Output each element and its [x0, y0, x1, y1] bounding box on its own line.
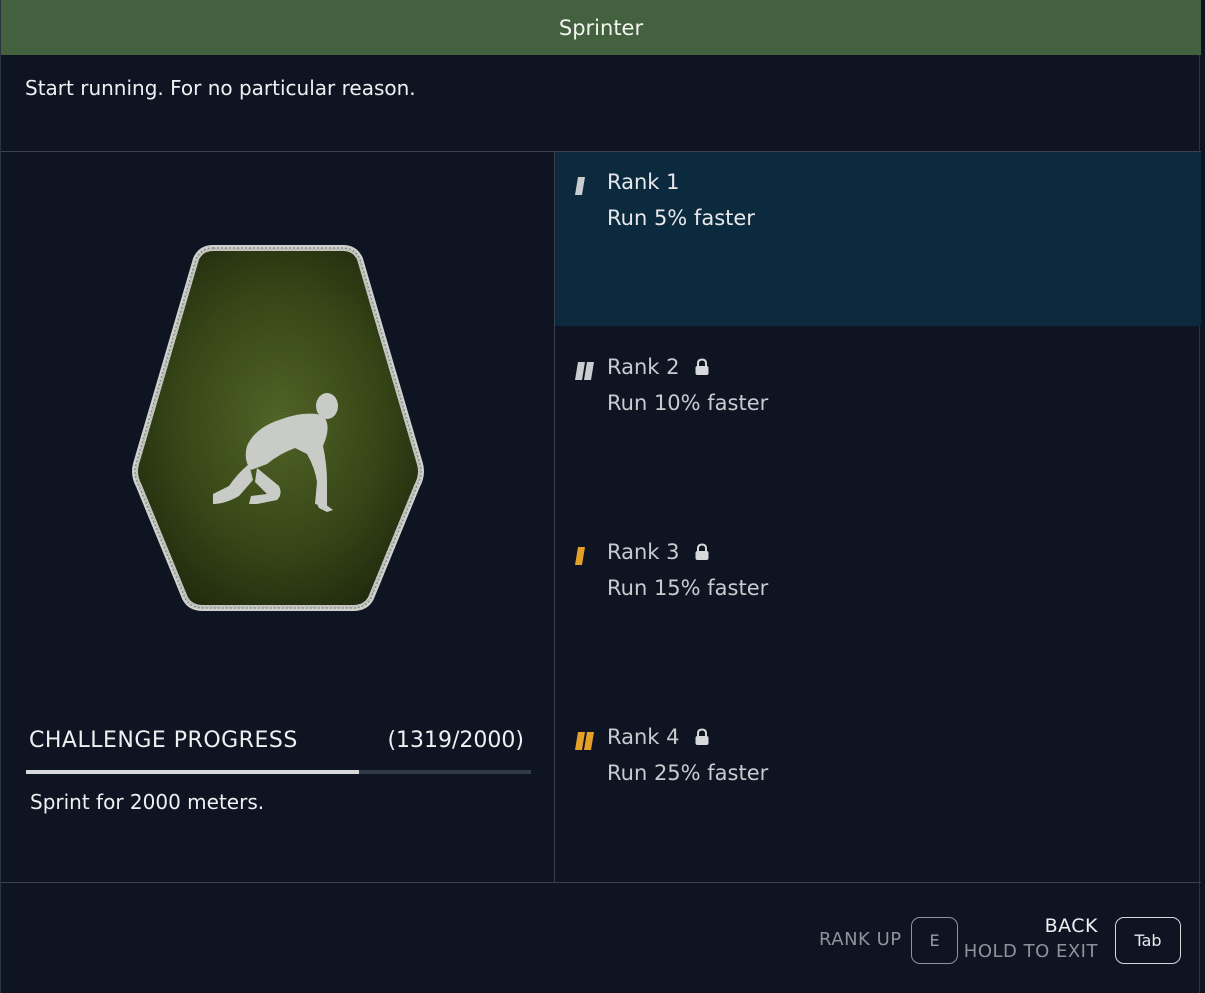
rank-tier-bar: [575, 362, 585, 380]
back-key: Tab: [1134, 931, 1162, 950]
rank-description: Run 10% faster: [607, 391, 769, 415]
rank-name: Rank 2: [607, 355, 680, 379]
perk-badge: [129, 242, 427, 612]
perk-description: Start running. For no particular reason.: [25, 76, 416, 100]
rank-name: Rank 1: [607, 170, 680, 194]
rank-up-key-button[interactable]: E: [911, 917, 958, 964]
rank-tier-bar: [575, 547, 585, 565]
challenge-progress-bar: [26, 770, 531, 774]
rank-description: Run 5% faster: [607, 206, 755, 230]
rank-name: Rank 3: [607, 540, 680, 564]
rank-item-4[interactable]: Rank 4 Run 25% faster: [555, 707, 1201, 881]
challenge-progress-count: (1319/2000): [387, 728, 524, 753]
perk-panel: Sprinter Start running. For no particula…: [0, 0, 1201, 993]
challenge-progress-fill: [26, 770, 360, 774]
rank-tier-icon: [575, 362, 594, 380]
rank-tier-icon: [575, 732, 594, 750]
challenge-progress-label: CHALLENGE PROGRESS: [29, 728, 298, 753]
perk-title-bar: Sprinter: [1, 0, 1201, 55]
rank-name: Rank 4: [607, 725, 680, 749]
lock-icon: [695, 728, 709, 745]
lock-icon: [695, 358, 709, 375]
divider: [1, 882, 1201, 883]
rank-description: Run 25% faster: [607, 761, 769, 785]
rank-tier-bar: [575, 732, 585, 750]
back-label: BACK: [1044, 915, 1098, 937]
rank-tier-bar: [584, 362, 594, 380]
hold-to-exit-label: HOLD TO EXIT: [963, 941, 1098, 962]
sprinter-badge-icon: [132, 245, 424, 611]
challenge-description: Sprint for 2000 meters.: [30, 790, 265, 814]
rank-tier-bar: [584, 732, 594, 750]
rank-tier-bar: [575, 177, 585, 195]
rank-item-3[interactable]: Rank 3 Run 15% faster: [555, 522, 1201, 696]
rank-tier-icon: [575, 547, 585, 565]
rank-tier-icon: [575, 177, 585, 195]
lock-icon: [695, 543, 709, 560]
rank-up-label: RANK UP: [819, 929, 902, 950]
rank-up-key: E: [929, 931, 940, 950]
perk-title: Sprinter: [558, 15, 644, 40]
back-key-button[interactable]: Tab: [1115, 917, 1181, 964]
rank-item-1[interactable]: Rank 1 Run 5% faster: [555, 152, 1201, 326]
rank-item-2[interactable]: Rank 2 Run 10% faster: [555, 337, 1201, 511]
rank-description: Run 15% faster: [607, 576, 769, 600]
